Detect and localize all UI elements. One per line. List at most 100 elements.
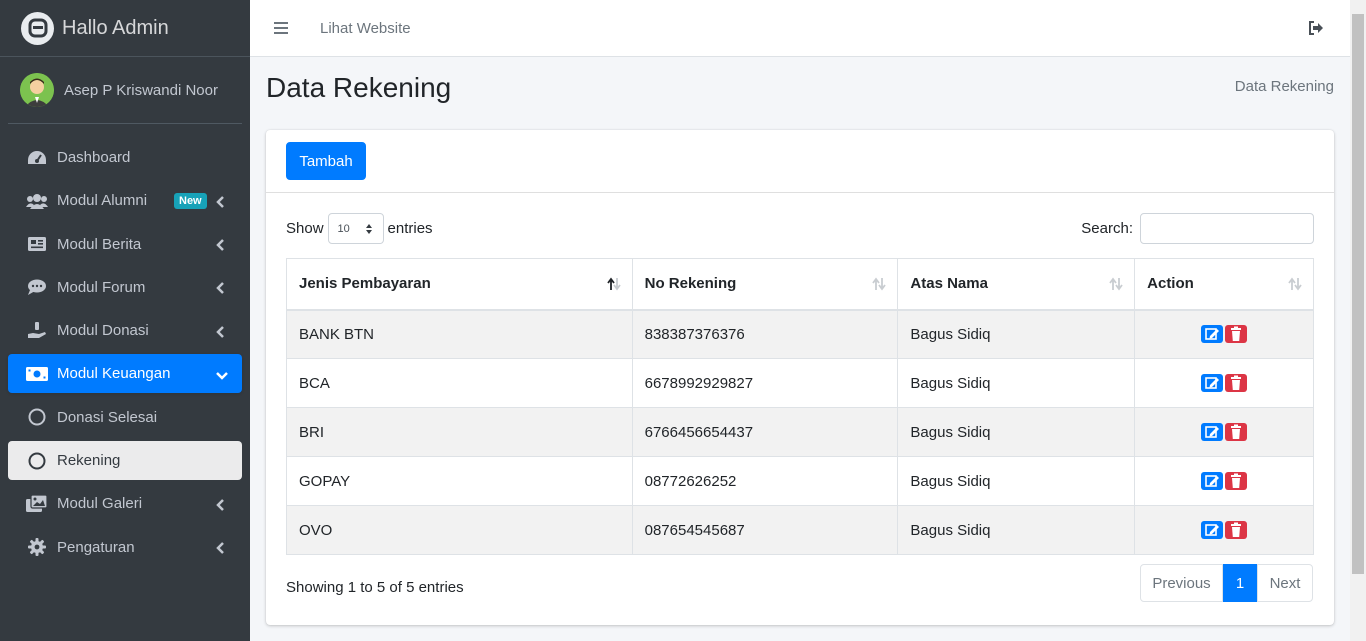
- cell-action: [1134, 505, 1314, 555]
- page-scrollbar[interactable]: [1350, 0, 1366, 641]
- sidebar-item-donasi-selesai[interactable]: Donasi Selesai: [8, 398, 242, 437]
- column-header-jenis[interactable]: Jenis Pembayaran: [286, 258, 633, 311]
- sort-icon: [871, 277, 887, 291]
- chevron-down-icon: [216, 368, 228, 380]
- column-header-label: Action: [1147, 275, 1194, 293]
- sidebar-item-label: Dashboard: [57, 149, 131, 166]
- table-row: OVO 087654545687 Bagus Sidiq: [286, 505, 1314, 555]
- sidebar-item-label: Modul Galeri: [57, 495, 143, 513]
- menu-toggle-icon[interactable]: [274, 22, 288, 34]
- edit-button[interactable]: [1201, 374, 1224, 393]
- chevron-left-icon: [216, 498, 226, 511]
- column-header-no-rekening[interactable]: No Rekening: [631, 258, 899, 311]
- brand-title: Hallo Admin: [62, 16, 169, 39]
- scrollbar-thumb[interactable]: [1352, 14, 1364, 574]
- sidebar-item-modul-donasi[interactable]: Modul Donasi: [8, 311, 242, 350]
- rekening-table: Jenis Pembayaran No Rekening Atas Nama A…: [286, 258, 1314, 555]
- column-header-label: Atas Nama: [910, 275, 988, 293]
- users-icon: [26, 192, 48, 210]
- circle-icon: [26, 408, 48, 426]
- sidebar-item-pengaturan[interactable]: Pengaturan: [8, 528, 242, 567]
- sidebar-item-modul-alumni[interactable]: Modul Alumni New: [8, 181, 242, 220]
- brand-link[interactable]: Hallo Admin: [0, 0, 250, 57]
- edit-icon: [1205, 524, 1220, 536]
- view-website-link[interactable]: Lihat Website: [320, 20, 411, 37]
- entries-select-value: 10: [337, 222, 350, 235]
- card-header: Tambah: [266, 130, 1334, 193]
- comment-icon: [26, 278, 48, 296]
- edit-icon: [1205, 475, 1220, 487]
- breadcrumb: Data Rekening: [1234, 78, 1334, 95]
- table-row: BANK BTN 838387376376 Bagus Sidiq: [286, 309, 1314, 359]
- sidebar-item-rekening[interactable]: Rekening: [8, 441, 242, 481]
- chevron-left-icon: [216, 238, 226, 251]
- cell-action: [1134, 309, 1314, 359]
- edit-button[interactable]: [1201, 472, 1224, 491]
- add-button[interactable]: Tambah: [286, 142, 366, 180]
- edit-button[interactable]: [1201, 325, 1224, 344]
- page-1-button[interactable]: 1: [1223, 564, 1257, 602]
- column-header-action[interactable]: Action: [1134, 258, 1314, 311]
- cell-jenis: BCA: [286, 358, 633, 408]
- edit-button[interactable]: [1201, 423, 1224, 442]
- tachometer-icon: [26, 149, 48, 167]
- chevron-left-icon: [216, 195, 226, 208]
- sort-icon: [1108, 277, 1124, 291]
- sidebar-item-label: Rekening: [57, 452, 121, 470]
- chevron-left-icon: [216, 325, 226, 338]
- sidebar: Hallo Admin Asep P Kriswandi Noor Dashbo…: [0, 0, 250, 641]
- cell-atas-nama: Bagus Sidiq: [897, 505, 1136, 555]
- delete-button[interactable]: [1225, 423, 1248, 442]
- page-title: Data Rekening: [266, 72, 452, 103]
- delete-button[interactable]: [1225, 521, 1248, 540]
- column-header-label: No Rekening: [644, 275, 737, 293]
- circle-icon: [26, 452, 48, 470]
- edit-icon: [1205, 377, 1220, 389]
- cell-no-rekening: 6678992929827: [631, 358, 899, 408]
- sidebar-item-dashboard[interactable]: Dashboard: [8, 138, 242, 177]
- sidebar-item-modul-galeri[interactable]: Modul Galeri: [8, 484, 242, 523]
- edit-button[interactable]: [1201, 521, 1224, 540]
- select-arrows-icon: [365, 223, 373, 235]
- cell-no-rekening: 838387376376: [631, 309, 899, 359]
- cell-atas-nama: Bagus Sidiq: [897, 456, 1136, 506]
- pagination: Previous 1 Next: [1140, 564, 1313, 602]
- cell-atas-nama: Bagus Sidiq: [897, 358, 1136, 408]
- cell-jenis: GOPAY: [286, 456, 633, 506]
- search-input[interactable]: [1140, 213, 1314, 244]
- entries-select[interactable]: 10: [327, 213, 384, 244]
- sign-out-icon[interactable]: [1308, 20, 1324, 36]
- gear-icon: [26, 538, 48, 557]
- hand-holding-dollar-icon: [26, 321, 48, 340]
- cell-action: [1134, 407, 1314, 457]
- delete-button[interactable]: [1225, 374, 1248, 393]
- previous-page-button[interactable]: Previous: [1140, 564, 1223, 602]
- edit-icon: [1205, 328, 1220, 341]
- sidebar-item-label: Modul Keuangan: [57, 365, 171, 383]
- next-page-button[interactable]: Next: [1257, 564, 1313, 602]
- money-bill-icon: [26, 365, 48, 383]
- search-control: Search:: [1081, 213, 1314, 244]
- user-panel[interactable]: Asep P Kriswandi Noor: [8, 57, 242, 124]
- sidebar-item-modul-berita[interactable]: Modul Berita: [8, 225, 242, 264]
- table-row: BCA 6678992929827 Bagus Sidiq: [286, 358, 1314, 408]
- cell-jenis: OVO: [286, 505, 633, 555]
- cell-no-rekening: 08772626252: [631, 456, 899, 506]
- table-header-row: Jenis Pembayaran No Rekening Atas Nama A…: [286, 258, 1314, 311]
- delete-button[interactable]: [1225, 325, 1248, 344]
- delete-button[interactable]: [1225, 472, 1248, 491]
- column-header-atas-nama[interactable]: Atas Nama: [897, 258, 1136, 311]
- avatar: [20, 73, 54, 107]
- sidebar-item-modul-forum[interactable]: Modul Forum: [8, 268, 242, 307]
- sidebar-item-label: Modul Forum: [57, 278, 146, 296]
- sidebar-item-label: Modul Alumni: [57, 192, 148, 210]
- rekening-card: Tambah Show 10 entries Search: Jenis Pem…: [266, 130, 1334, 625]
- sort-asc-icon: [606, 277, 622, 291]
- sort-icon: [1287, 277, 1303, 291]
- trash-icon: [1231, 522, 1242, 538]
- images-icon: [26, 494, 48, 513]
- entries-length-control: Show 10 entries: [286, 213, 433, 244]
- sidebar-item-modul-keuangan[interactable]: Modul Keuangan: [8, 354, 242, 394]
- sidebar-item-label: Pengaturan: [57, 538, 135, 556]
- edit-icon: [1205, 426, 1220, 438]
